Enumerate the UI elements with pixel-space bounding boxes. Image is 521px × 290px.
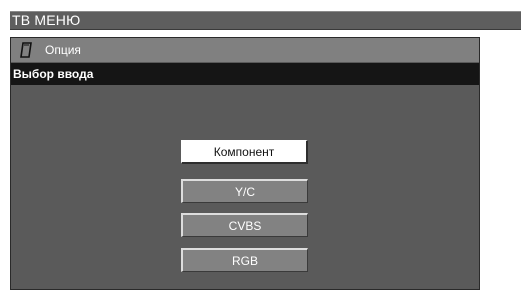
input-option-rgb[interactable]: RGB xyxy=(181,248,308,272)
menu-panel: Опция Выбор ввода Компонент Y/C CVBS RGB xyxy=(10,37,480,290)
tv-menu-screen: ТВ МЕНЮ Опция Выбор ввода Компонент Y/C … xyxy=(0,0,521,290)
document-icon xyxy=(19,42,33,58)
tv-menu-title: ТВ МЕНЮ xyxy=(12,12,81,28)
input-option-cvbs[interactable]: CVBS xyxy=(181,213,308,237)
section-title: Выбор ввода xyxy=(13,67,94,81)
input-option-component[interactable]: Компонент xyxy=(181,140,308,164)
input-option-yc[interactable]: Y/C xyxy=(181,179,308,203)
option-bar[interactable]: Опция xyxy=(11,38,479,63)
option-label: Опция xyxy=(45,43,81,57)
section-title-bar: Выбор ввода xyxy=(11,63,479,85)
tv-menu-title-bar: ТВ МЕНЮ xyxy=(10,11,521,30)
